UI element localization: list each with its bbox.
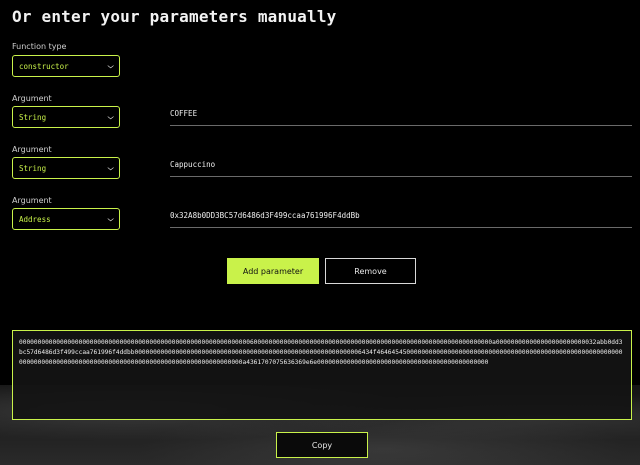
chevron-down-icon: ⌵: [106, 112, 114, 122]
argument-2-value-input[interactable]: Cappuccino: [170, 160, 632, 177]
argument-3-type-select[interactable]: Address ⌵: [12, 208, 120, 230]
argument-1-label: Argument: [12, 94, 52, 103]
argument-1-type-select[interactable]: String ⌵: [12, 106, 120, 128]
remove-button[interactable]: Remove: [325, 258, 416, 284]
argument-1-type-value: String: [19, 112, 47, 122]
function-type-select[interactable]: constructor ⌵: [12, 55, 120, 77]
argument-2-label: Argument: [12, 145, 52, 154]
argument-3-value-input[interactable]: 0x32A8b0DD3BC57d6486d3F499ccaa761996F4dd…: [170, 211, 632, 228]
function-type-label: Function type: [12, 42, 67, 51]
chevron-down-icon: ⌵: [106, 163, 114, 173]
function-type-value: constructor: [19, 61, 69, 71]
chevron-down-icon: ⌵: [106, 61, 114, 71]
argument-3-type-value: Address: [19, 214, 51, 224]
add-parameter-button[interactable]: Add parameter: [227, 258, 319, 284]
argument-1-value-input[interactable]: COFFEE: [170, 109, 632, 126]
argument-2-type-value: String: [19, 163, 47, 173]
copy-button[interactable]: Copy: [276, 432, 368, 458]
argument-3-label: Argument: [12, 196, 52, 205]
argument-2-type-select[interactable]: String ⌵: [12, 157, 120, 179]
page-title: Or enter your parameters manually: [12, 7, 337, 26]
chevron-down-icon: ⌵: [106, 214, 114, 224]
encoded-output-textarea[interactable]: 0000000000000000000000000000000000000000…: [12, 330, 632, 420]
